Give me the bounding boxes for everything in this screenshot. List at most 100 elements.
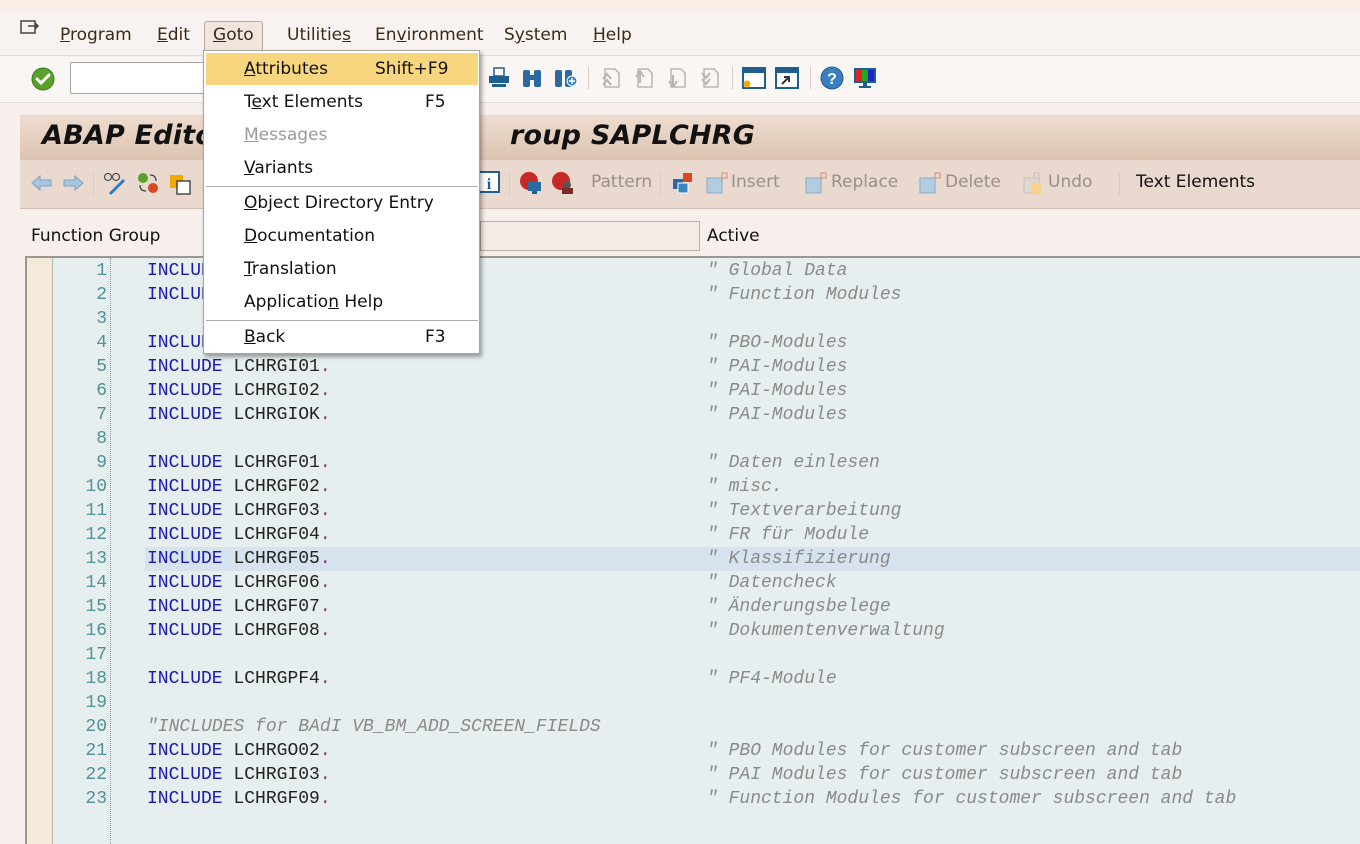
include-name: LCHRGF01 <box>233 453 320 473</box>
code-comment: " Klassifizierung <box>707 549 891 569</box>
shortcut-icon[interactable] <box>774 65 800 91</box>
next-page-icon[interactable] <box>663 65 689 91</box>
statement-period: . <box>319 669 331 689</box>
replace-icon[interactable] <box>804 171 828 195</box>
menu-utilities[interactable]: Utilities <box>278 21 360 51</box>
first-page-icon[interactable] <box>597 65 623 91</box>
line-number: 15 <box>85 597 107 617</box>
replace-button[interactable]: Replace <box>831 172 898 192</box>
code-line[interactable]: 21 INCLUDE LCHRGO02. " PBO Modules for cus… <box>53 739 1360 763</box>
include-name: LCHRGF04 <box>233 525 320 545</box>
active-inactive-icon[interactable] <box>136 171 160 195</box>
menu-goto[interactable]: Goto <box>204 21 263 51</box>
undo-icon[interactable] <box>1022 171 1046 195</box>
menu-item-application-help[interactable]: Application Help <box>206 286 478 318</box>
find-next-icon[interactable] <box>552 65 578 91</box>
code-line[interactable]: 18 INCLUDE LCHRGPF4. " PF4-Module <box>53 667 1360 691</box>
code-line[interactable]: 8 <box>53 427 1360 451</box>
code-line[interactable]: 19 <box>53 691 1360 715</box>
code-line[interactable]: 10 INCLUDE LCHRGF02. " misc. <box>53 475 1360 499</box>
system-menu-icon[interactable] <box>20 20 40 38</box>
previous-page-icon[interactable] <box>630 65 656 91</box>
insert-button[interactable]: Insert <box>731 172 780 192</box>
menu-item-back[interactable]: Back F3 <box>206 321 478 353</box>
menu-item-label: Translation <box>244 259 337 279</box>
statement-period: . <box>319 549 331 569</box>
code-comment: "INCLUDES for BAdI VB_BM_ADD_SCREEN_FIEL… <box>147 717 601 737</box>
svg-text:?: ? <box>827 71 837 88</box>
pretty-printer-icon[interactable] <box>671 171 695 195</box>
other-object-icon[interactable] <box>169 171 193 195</box>
info-icon[interactable]: i <box>477 170 501 194</box>
statement-period: . <box>319 765 331 785</box>
code-line[interactable]: 22 INCLUDE LCHRGI03. " PAI Modules for cus… <box>53 763 1360 787</box>
line-number: 21 <box>85 741 107 761</box>
menu-item-documentation[interactable]: Documentation <box>206 220 478 252</box>
statement-period: . <box>319 357 331 377</box>
editor-margin <box>27 258 53 844</box>
keyword: INCLUDE <box>147 765 223 785</box>
menu-help[interactable]: Help <box>584 21 641 51</box>
find-icon[interactable] <box>519 65 545 91</box>
menu-item-translation[interactable]: Translation <box>206 253 478 285</box>
menu-item-label: Variants <box>244 158 314 178</box>
menu-item-attributes[interactable]: Attributes Shift+F9 <box>206 53 478 85</box>
print-icon[interactable] <box>486 65 512 91</box>
code-line[interactable]: 23 INCLUDE LCHRGF09. " Function Modules fo… <box>53 787 1360 811</box>
page-title-left: ABAP Editor <box>42 120 228 151</box>
code-line[interactable]: 20 "INCLUDES for BAdI VB_BM_ADD_SCREEN_FI… <box>53 715 1360 739</box>
insert-icon[interactable] <box>705 171 729 195</box>
code-line[interactable]: 13 INCLUDE LCHRGF05. " Klassifizierung <box>53 547 1360 571</box>
undo-button[interactable]: Undo <box>1048 172 1092 192</box>
code-line[interactable]: 16 INCLUDE LCHRGF08. " Dokumentenverwaltun… <box>53 619 1360 643</box>
include-name: LCHRGF09 <box>233 789 320 809</box>
pattern-button[interactable]: Pattern <box>591 172 652 192</box>
code-line[interactable]: 5 INCLUDE LCHRGI01. " PAI-Modules <box>53 355 1360 379</box>
help-icon[interactable]: ? <box>819 65 845 91</box>
back-arrow-icon[interactable] <box>30 171 54 195</box>
line-number: 10 <box>85 477 107 497</box>
line-number: 1 <box>96 261 107 281</box>
text-elements-button[interactable]: Text Elements <box>1136 172 1255 192</box>
code-line[interactable]: 14 INCLUDE LCHRGF06. " Datencheck <box>53 571 1360 595</box>
code-statement: INCLUDE LCHRGF05. <box>147 547 331 571</box>
code-statement: INCLUDE LCHRGI02. <box>147 379 331 403</box>
code-statement: INCLUDE LCHRGI01. <box>147 355 331 379</box>
line-number: 12 <box>85 525 107 545</box>
delete-icon[interactable] <box>918 171 942 195</box>
last-page-icon[interactable] <box>696 65 722 91</box>
menu-item-object-directory-entry[interactable]: Object Directory Entry <box>206 187 478 219</box>
code-line[interactable]: 11 INCLUDE LCHRGF03. " Textverarbeitung <box>53 499 1360 523</box>
line-number: 17 <box>85 645 107 665</box>
keyword: INCLUDE <box>147 789 223 809</box>
code-line[interactable]: 6 INCLUDE LCHRGI02. " PAI-Modules <box>53 379 1360 403</box>
delete-button[interactable]: Delete <box>945 172 1001 192</box>
code-comment: " PAI-Modules <box>707 405 848 425</box>
function-group-field <box>480 221 700 251</box>
code-line[interactable]: 17 <box>53 643 1360 667</box>
code-line[interactable]: 15 INCLUDE LCHRGF07. " Änderungsbelege <box>53 595 1360 619</box>
display-change-icon[interactable] <box>103 171 127 195</box>
keyword: INCLUDE <box>147 405 223 425</box>
menu-item-variants[interactable]: Variants <box>206 152 478 184</box>
menu-environment[interactable]: Environment <box>366 21 493 51</box>
menu-item-text-elements[interactable]: Text Elements F5 <box>206 86 478 118</box>
include-name: LCHRGF08 <box>233 621 320 641</box>
code-line[interactable]: 7 INCLUDE LCHRGIOK. " PAI-Modules <box>53 403 1360 427</box>
menu-edit[interactable]: Edit <box>148 21 199 51</box>
code-statement: INCLUDE LCHRGI03. <box>147 763 331 787</box>
session-breakpoint-icon[interactable] <box>551 171 575 195</box>
forward-arrow-icon[interactable] <box>61 171 85 195</box>
command-field[interactable] <box>70 62 210 94</box>
code-line[interactable]: 9 INCLUDE LCHRGF01. " Daten einlesen <box>53 451 1360 475</box>
keyword: INCLUDE <box>147 381 223 401</box>
menu-system[interactable]: System <box>495 21 576 51</box>
menu-program[interactable]: Program <box>51 21 141 51</box>
new-session-icon[interactable] <box>741 65 767 91</box>
enter-check-icon[interactable] <box>30 66 56 92</box>
statement-period: . <box>319 381 331 401</box>
layout-settings-icon[interactable] <box>852 65 878 91</box>
statement-period: . <box>319 525 331 545</box>
code-line[interactable]: 12 INCLUDE LCHRGF04. " FR für Module <box>53 523 1360 547</box>
set-breakpoint-icon[interactable] <box>519 171 543 195</box>
